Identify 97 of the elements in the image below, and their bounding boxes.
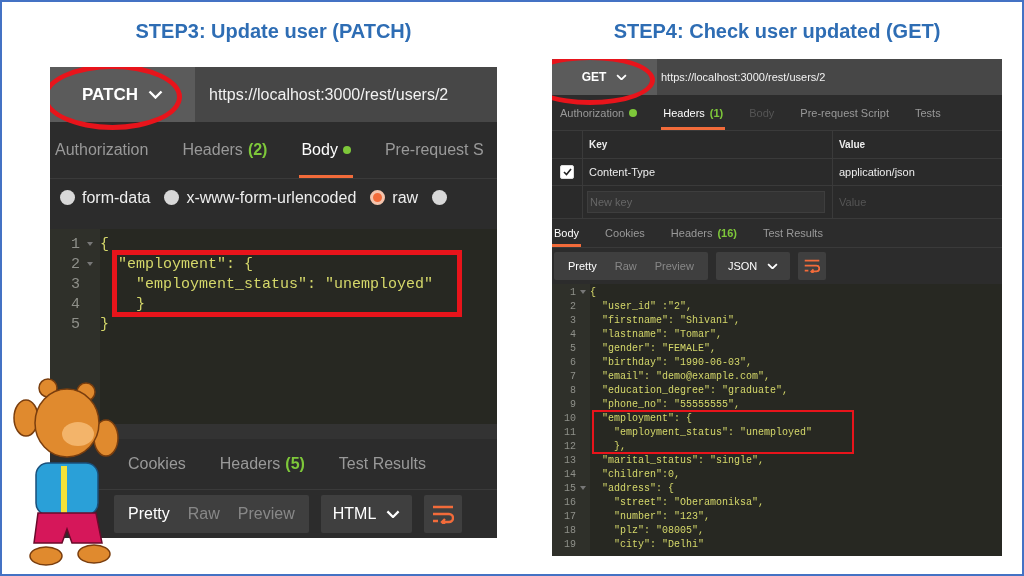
code-line: "phone_no": "55555555", [601,398,741,410]
line-number: 8 [569,384,576,396]
line-number: 4 [569,328,576,340]
code-line: } [100,315,109,333]
request-tab[interactable]: Authorization [558,95,640,130]
code-line: } [135,295,145,313]
wrap-icon [432,504,455,524]
code-line: "address": { [601,482,674,494]
method-dropdown[interactable]: GET [552,59,657,95]
line-number: 5 [569,342,576,354]
code-line: "birthday": "1990-06-03", [601,356,753,368]
code-line: "employment_status": "unemployed" [135,275,434,293]
line-number: 12 [563,440,576,452]
fold-arrow-icon[interactable] [580,290,586,294]
code-line: "employment_status": "unemployed" [613,426,813,438]
line-number: 15 [563,482,576,494]
line-number: 13 [563,454,576,466]
response-tab[interactable]: Cookies [603,219,647,247]
radio-button[interactable] [60,190,75,205]
step-title: STEP4: Check user updated (GET) [612,20,942,44]
wrap-icon [804,259,821,273]
line-number: 1 [70,235,80,253]
request-tab[interactable]: Body [299,122,353,178]
code-line: "email": "demo@example.com", [601,370,771,382]
chevron-icon [767,262,779,270]
chevron-icon [616,73,628,81]
wrap-button[interactable] [424,495,463,533]
line-number: 1 [569,286,576,298]
checkbox[interactable] [560,165,574,179]
code-line: "number": "123", [613,510,711,522]
response-tab[interactable]: Test Results [760,219,825,247]
line-number: 16 [563,496,576,508]
method-dropdown[interactable]: PATCH [50,67,195,122]
step-title: STEP3: Update user (PATCH) [134,20,413,44]
line-number: 17 [563,510,576,522]
code-line: "gender": "FEMALE", [601,342,717,354]
wrap-button[interactable] [798,252,827,280]
line-number: 14 [563,468,576,480]
code-line: "employment": { [601,412,693,424]
table-cell: application/json [832,159,1002,185]
code-line: { [590,286,596,298]
radio-label: form-data [82,188,151,207]
line-number: 19 [563,538,576,550]
line-number: 4 [70,295,80,313]
response-tab[interactable]: Headers (16) [668,219,739,247]
code-line: "firstname": "Shivani", [601,314,741,326]
column-header: Key [582,131,832,158]
code-line: { [100,235,109,253]
response-tab[interactable]: Cookies [126,439,188,489]
code-line: "street": "Oberamoniksa", [613,496,765,508]
line-number: 2 [569,300,576,312]
line-number: 10 [563,412,576,424]
radio-button[interactable] [432,190,448,205]
radio-button[interactable] [164,190,180,205]
response-tab[interactable]: Test Results [336,439,428,489]
response-tab[interactable]: Body [552,219,582,247]
line-number: 11 [563,426,576,438]
code-line: "lastname": "Tomar", [601,328,723,340]
line-number: 3 [569,314,576,326]
request-tab[interactable]: Tests [913,95,943,130]
request-tab[interactable]: Authorization [53,122,151,178]
code-line: "children":0, [601,468,680,480]
request-tab[interactable]: Pre-request S [382,122,486,178]
radio-button[interactable] [370,190,386,205]
chevron-icon [148,90,163,99]
code-line: }, [613,440,626,452]
view-mode-option[interactable]: Pretty [560,260,605,272]
chevron-icon [386,509,401,519]
fold-arrow-icon[interactable] [87,262,93,266]
line-number: 3 [70,275,80,293]
request-tab[interactable]: Headers (2) [180,122,270,178]
table-cell: Content-Type [582,159,832,185]
request-tab[interactable]: Pre-request Script [798,95,891,130]
line-number: 18 [563,524,576,536]
line-number: 2 [70,255,80,273]
line-number: 9 [569,398,576,410]
code-editor[interactable]: 1 { 2 "employment": { 3 "employment_status": "unemployed" 4 } 5 } [50,229,497,439]
url-field[interactable]: https://localhost:3000/rest/users/2 [657,59,826,95]
fold-arrow-icon[interactable] [580,486,586,490]
code-line: "plz": "08005", [613,524,705,536]
fold-arrow-icon[interactable] [87,242,93,246]
line-number: 6 [569,356,576,368]
column-header: Value [832,131,1002,158]
code-line: "education_degree": "graduate", [601,384,789,396]
radio-label: raw [392,188,419,207]
line-number: 7 [569,370,576,382]
code-line: "marital_status": "single", [601,454,765,466]
line-number: 5 [70,315,80,333]
format-dropdown[interactable]: JSON [715,252,791,280]
code-line: "user_id" :"2", [601,300,693,312]
code-line: "employment": { [117,255,254,273]
view-mode-option[interactable]: Pretty [120,505,178,523]
url-field[interactable]: https://localhost:3000/rest/users/2 [195,67,449,122]
format-dropdown[interactable]: HTML [320,495,413,533]
radio-label: x-www-form-urlencoded [186,188,357,207]
response-tab[interactable]: Headers (5) [217,439,307,489]
code-line: "city": "Delhi" [613,538,705,550]
